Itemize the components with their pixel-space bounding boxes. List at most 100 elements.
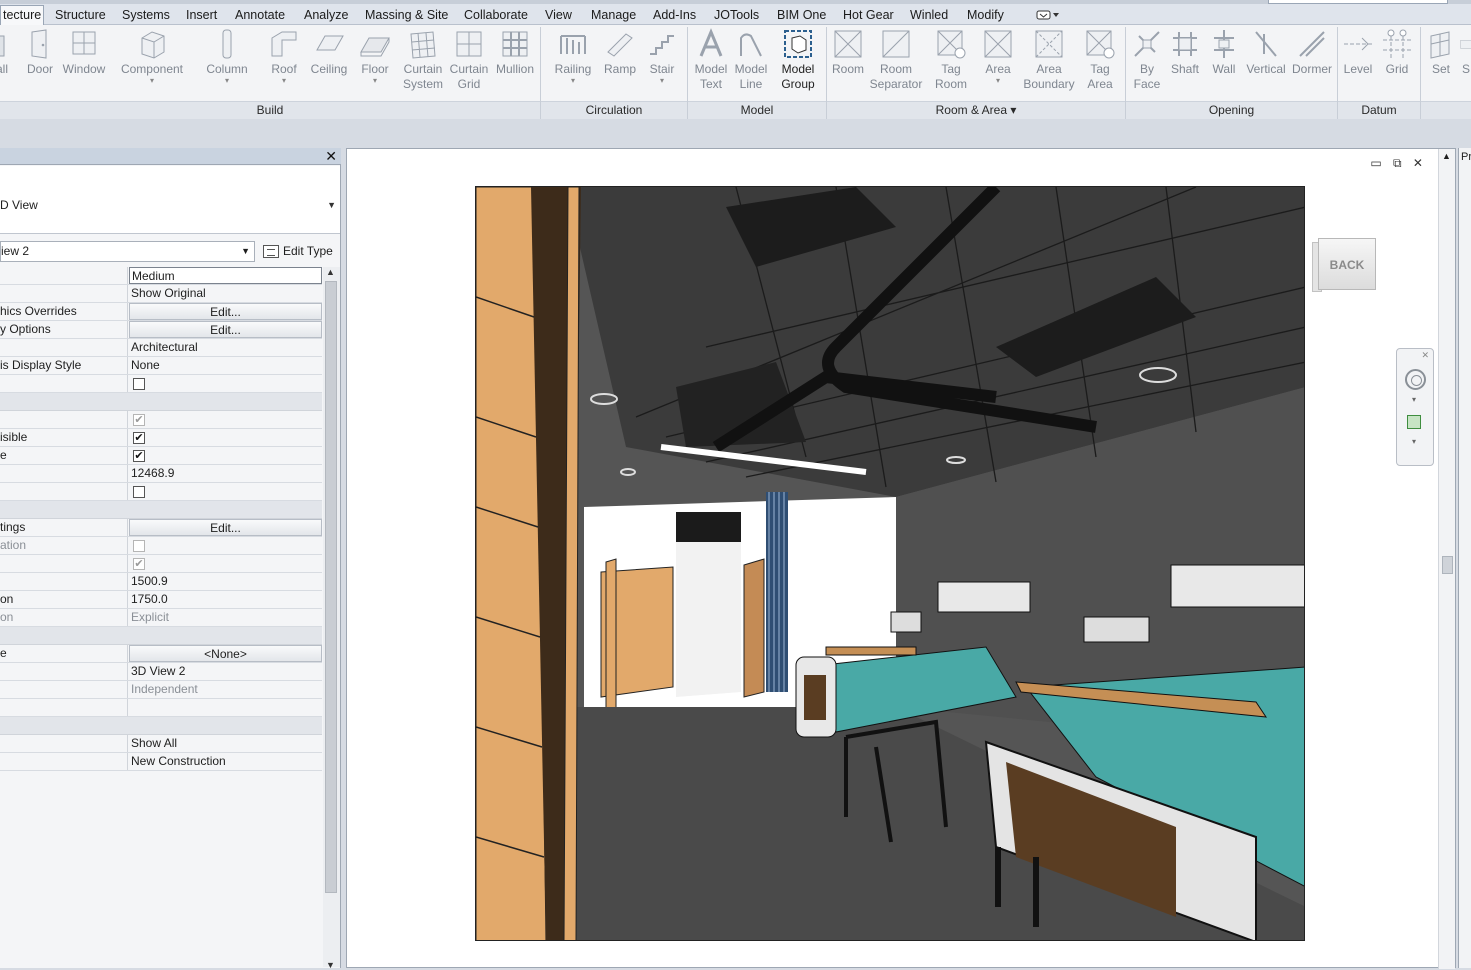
tag-area-tool[interactable]: Tag Area	[1080, 28, 1120, 92]
vertical-tool[interactable]: Vertical	[1242, 28, 1290, 77]
property-group-header[interactable]	[0, 393, 322, 411]
tab-modify[interactable]: Modify	[965, 6, 1006, 25]
mullion-tool[interactable]: Mullion	[492, 28, 538, 77]
chevron-down-icon[interactable]: ▾	[1412, 395, 1416, 404]
floor-tool[interactable]: Floor ▾	[356, 28, 394, 85]
properties-scrollbar[interactable]: ▲ ▼	[323, 267, 340, 970]
tab-view[interactable]: View	[543, 6, 574, 25]
tab-massing-site[interactable]: Massing & Site	[363, 6, 450, 25]
property-checkbox[interactable]	[133, 486, 145, 498]
by-face-tool[interactable]: By Face	[1128, 28, 1166, 92]
area-tool[interactable]: Area ▾	[978, 28, 1018, 85]
viewcube-back-face[interactable]: BACK	[1318, 238, 1376, 290]
property-checkbox[interactable]: ✔	[133, 432, 145, 444]
dormer-tool[interactable]: Dormer	[1290, 28, 1334, 77]
tab-analyze[interactable]: Analyze	[302, 6, 350, 25]
tab-winled[interactable]: Winled	[908, 6, 950, 25]
property-value[interactable]: New Construction	[129, 753, 322, 770]
component-tool[interactable]: Component ▾	[118, 28, 186, 85]
chevron-down-icon[interactable]: ▾	[1412, 437, 1416, 446]
property-value[interactable]: Show All	[129, 735, 322, 752]
window-controls[interactable]: ▭ ⧉ ✕	[1370, 156, 1427, 171]
steering-wheel-icon[interactable]	[1405, 369, 1426, 390]
tab-add-ins[interactable]: Add-Ins	[651, 6, 698, 25]
show-workplane-tool[interactable]: S	[1460, 28, 1471, 77]
instance-filter-dropdown[interactable]: iew 2 ▼	[0, 241, 255, 262]
property-value[interactable]: 3D View 2	[129, 663, 322, 680]
chevron-up-icon[interactable]: ▲	[1442, 151, 1451, 161]
property-value[interactable]: Medium	[129, 267, 322, 284]
room-tool[interactable]: Room	[828, 28, 868, 77]
scrollbar-thumb[interactable]	[325, 281, 337, 893]
edit-type-button[interactable]: Edit Type	[261, 241, 339, 262]
panel-title-workplane[interactable]	[1421, 101, 1471, 119]
tab-insert[interactable]: Insert	[184, 6, 219, 25]
project-browser-pane[interactable]: Pr	[1458, 148, 1471, 968]
property-group-header[interactable]	[0, 627, 322, 645]
property-value[interactable]: 1500.9	[129, 573, 322, 590]
window-tool[interactable]: Window	[60, 28, 108, 77]
tab-hot-gear[interactable]: Hot Gear	[841, 6, 896, 25]
wall-opening-tool[interactable]: Wall	[1206, 28, 1242, 77]
property-checkbox[interactable]: ✔	[133, 450, 145, 462]
view-scrollbar[interactable]: ▲	[1438, 149, 1455, 969]
panel-title-datum[interactable]: Datum	[1338, 101, 1420, 119]
panel-title-opening[interactable]: Opening	[1126, 101, 1337, 119]
property-value[interactable]: None	[129, 357, 322, 374]
property-value[interactable]: 1750.0	[129, 591, 322, 608]
property-edit-button[interactable]: Edit...	[129, 321, 322, 338]
area-boundary-tool[interactable]: Area Boundary	[1020, 28, 1078, 92]
tab-jotools[interactable]: JOTools	[712, 6, 761, 25]
navigation-bar[interactable]: ✕ ▾ ▾	[1396, 348, 1434, 466]
type-selector[interactable]: D View ▼	[0, 166, 340, 234]
property-group-header[interactable]	[0, 501, 322, 519]
panel-title-model[interactable]: Model	[688, 101, 826, 119]
tab-structure[interactable]: Structure	[53, 6, 108, 25]
shaft-tool[interactable]: Shaft	[1166, 28, 1204, 77]
grid-tool[interactable]: Grid	[1378, 28, 1416, 77]
railing-tool[interactable]: Railing ▾	[550, 28, 596, 85]
ribbon-minimize-toggle[interactable]	[1036, 9, 1060, 21]
panel-title-circulation[interactable]: Circulation	[541, 101, 687, 119]
properties-titlebar[interactable]: ✕	[0, 148, 341, 165]
tab-collaborate[interactable]: Collaborate	[462, 6, 530, 25]
tag-room-tool[interactable]: Tag Room	[928, 28, 974, 92]
room-separator-tool[interactable]: Room Separator	[868, 28, 924, 92]
property-value[interactable]: Architectural	[129, 339, 322, 356]
wall-tool[interactable]: all	[0, 28, 14, 77]
stair-tool[interactable]: Stair ▾	[642, 28, 682, 85]
viewcube[interactable]: BACK	[1312, 238, 1378, 294]
property-value[interactable]: 12468.9	[129, 465, 322, 482]
property-value[interactable]	[129, 699, 322, 716]
tab-manage[interactable]: Manage	[589, 6, 638, 25]
curtain-grid-tool[interactable]: Curtain Grid	[448, 28, 490, 92]
property-checkbox[interactable]	[133, 378, 145, 390]
tab-annotate[interactable]: Annotate	[233, 6, 287, 25]
scrollbar-thumb[interactable]	[1442, 556, 1453, 574]
level-tool[interactable]: Level	[1340, 28, 1376, 77]
panel-title-build[interactable]: Build	[0, 101, 540, 119]
property-edit-button[interactable]: Edit...	[129, 519, 322, 536]
tab-systems[interactable]: Systems	[120, 6, 172, 25]
infocenter-search[interactable]	[1268, 0, 1448, 4]
roof-tool[interactable]: Roof ▾	[266, 28, 302, 85]
chevron-down-icon[interactable]: ▼	[327, 200, 336, 210]
ramp-tool[interactable]: Ramp	[600, 28, 640, 77]
close-icon[interactable]: ✕	[325, 148, 337, 165]
model-line-tool[interactable]: Model Line	[732, 28, 770, 92]
curtain-system-tool[interactable]: Curtain System	[400, 28, 446, 92]
set-workplane-tool[interactable]: Set	[1424, 28, 1458, 77]
panel-title-room-area[interactable]: Room & Area ▾	[827, 101, 1125, 119]
chevron-down-icon[interactable]: ▼	[326, 960, 335, 970]
tab-bim-one[interactable]: BIM One	[775, 6, 828, 25]
property-edit-button[interactable]: <None>	[129, 645, 322, 662]
property-value[interactable]: Independent	[129, 681, 322, 698]
property-group-header[interactable]	[0, 717, 322, 735]
column-tool[interactable]: Column ▾	[202, 28, 252, 85]
model-text-tool[interactable]: Model Text	[692, 28, 730, 92]
ceiling-tool[interactable]: Ceiling	[308, 28, 350, 77]
close-icon[interactable]: ✕	[1421, 350, 1429, 361]
3d-view-canvas[interactable]	[475, 186, 1305, 941]
zoom-icon[interactable]	[1407, 415, 1421, 429]
chevron-up-icon[interactable]: ▲	[326, 267, 335, 277]
